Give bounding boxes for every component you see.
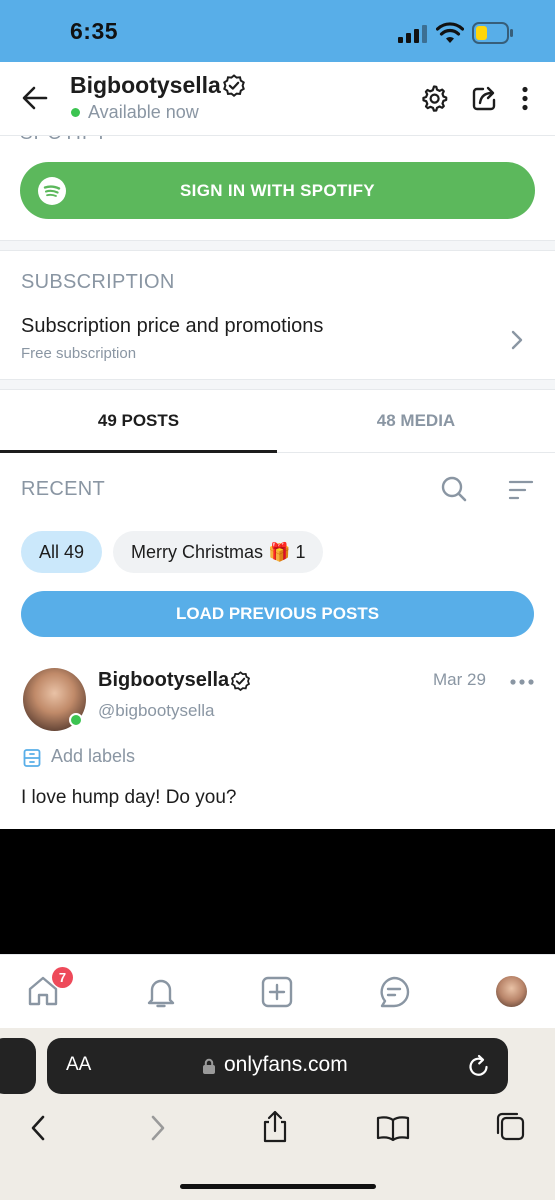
- add-post-icon[interactable]: [261, 976, 293, 1008]
- reader-aa-button[interactable]: AA: [66, 1054, 91, 1076]
- bookmarks-icon[interactable]: [376, 1114, 410, 1142]
- share-icon[interactable]: [471, 84, 499, 112]
- online-indicator: [69, 713, 83, 727]
- settings-icon[interactable]: [420, 84, 448, 112]
- wifi-icon: [436, 22, 464, 43]
- filter-chip-all-label: All 49: [39, 542, 85, 562]
- filter-chip-merry-christmas[interactable]: Merry Christmas 🎁 1: [113, 531, 324, 573]
- post-author-handle[interactable]: @bigbootysella: [98, 701, 215, 721]
- tabs-icon[interactable]: [495, 1111, 527, 1143]
- subscription-title: SUBSCRIPTION: [21, 271, 175, 293]
- section-divider: [0, 240, 555, 251]
- subscription-price-value: Free subscription: [21, 345, 137, 362]
- previous-browser-tab[interactable]: [0, 1038, 36, 1094]
- chevron-right-icon: [511, 330, 523, 350]
- profile-avatar[interactable]: [496, 976, 527, 1007]
- messages-icon[interactable]: [378, 976, 410, 1010]
- lock-icon: [203, 1058, 215, 1074]
- notifications-icon[interactable]: [144, 975, 178, 1009]
- filter-chip-all[interactable]: All 49: [21, 531, 103, 573]
- cellular-signal-icon: [398, 25, 427, 43]
- spotify-section-title-clip: SPOTIFY: [0, 136, 555, 146]
- post-media[interactable]: [0, 829, 555, 954]
- tab-media[interactable]: 48 MEDIA: [277, 390, 555, 452]
- browser-back-icon[interactable]: [30, 1114, 46, 1142]
- search-icon[interactable]: [441, 476, 467, 504]
- more-horizontal-icon[interactable]: [510, 679, 534, 685]
- more-vertical-icon[interactable]: [521, 86, 529, 112]
- post-author-name[interactable]: Bigbootysella: [98, 669, 229, 692]
- reload-icon[interactable]: [468, 1054, 490, 1078]
- online-indicator: [71, 108, 80, 117]
- verified-icon: [223, 74, 245, 97]
- load-previous-posts-button[interactable]: LOAD PREVIOUS POSTS: [21, 591, 534, 637]
- section-divider: [0, 379, 555, 390]
- aa-label: AA: [66, 1054, 92, 1075]
- back-arrow-icon[interactable]: [22, 86, 48, 110]
- filter-chip-count: 1: [295, 542, 306, 562]
- status-bar: 6:35: [0, 0, 555, 62]
- spotify-section-title: SPOTIFY: [20, 136, 108, 145]
- gift-emoji-icon: 🎁: [268, 542, 291, 562]
- active-tab-indicator: [0, 450, 277, 453]
- subscription-price-label: Subscription price and promotions: [21, 315, 324, 337]
- add-labels-link[interactable]: Add labels: [51, 746, 135, 767]
- browser-forward-icon[interactable]: [150, 1114, 166, 1142]
- browser-share-icon[interactable]: [260, 1110, 290, 1144]
- filter-chip-label: Merry Christmas: [131, 542, 264, 562]
- spotify-button-label: SIGN IN WITH SPOTIFY: [180, 181, 375, 200]
- post-date: Mar 29: [433, 670, 486, 689]
- url-text[interactable]: onlyfans.com: [224, 1053, 348, 1077]
- post-text: I love hump day! Do you?: [21, 787, 237, 808]
- home-indicator: [180, 1184, 376, 1189]
- recent-title: RECENT: [21, 478, 106, 500]
- status-time: 6:35: [70, 18, 119, 44]
- subscription-price-row[interactable]: Subscription price and promotions Free s…: [0, 305, 555, 377]
- spotify-signin-button[interactable]: SIGN IN WITH SPOTIFY: [20, 162, 535, 219]
- tab-posts[interactable]: 49 POSTS: [0, 390, 277, 452]
- profile-name: Bigbootysella: [70, 72, 221, 98]
- sort-icon[interactable]: [508, 479, 534, 501]
- battery-icon: [472, 22, 513, 44]
- label-icon: [23, 749, 41, 767]
- notification-badge: 7: [52, 967, 73, 988]
- verified-icon: [230, 671, 251, 692]
- availability-status: Available now: [88, 102, 199, 122]
- profile-header: Bigbootysella Available now: [0, 62, 555, 136]
